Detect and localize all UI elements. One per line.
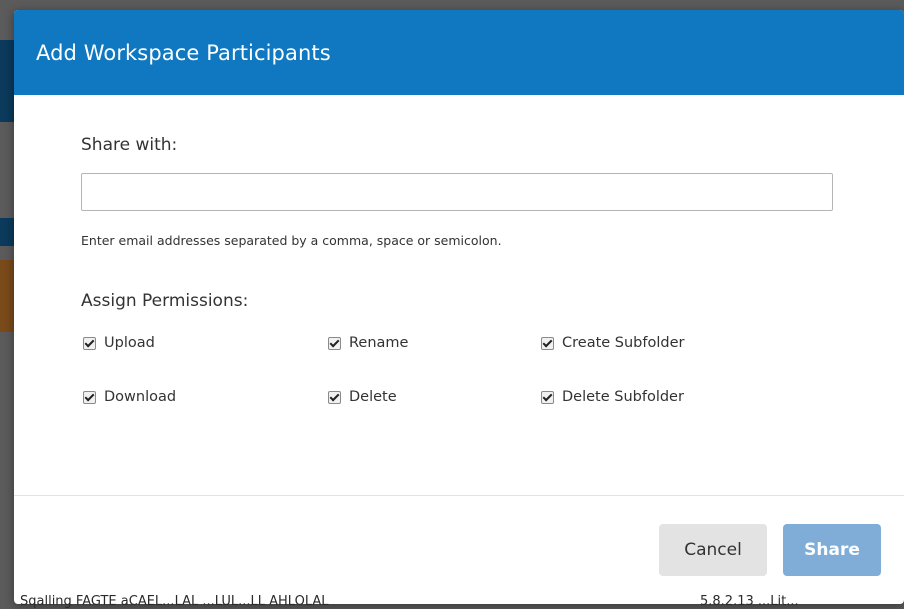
cancel-button[interactable]: Cancel <box>659 524 767 576</box>
permission-delete-subfolder[interactable]: Delete Subfolder <box>541 389 684 405</box>
checkbox-checked-icon[interactable] <box>541 390 554 404</box>
assign-permissions-label: Assign Permissions: <box>81 291 249 311</box>
background-footer-text: Sqalling FAGTE aCAEL...LAL ...LUL...LL A… <box>20 594 329 609</box>
background-strip <box>0 40 14 122</box>
checkbox-checked-icon[interactable] <box>83 336 96 350</box>
permission-upload[interactable]: Upload <box>83 335 155 351</box>
permission-delete[interactable]: Delete <box>328 389 397 405</box>
add-participants-dialog: Add Workspace Participants Share with: E… <box>14 10 904 604</box>
checkbox-checked-icon[interactable] <box>328 390 341 404</box>
checkbox-checked-icon[interactable] <box>328 336 341 350</box>
permission-label: Delete <box>349 389 397 405</box>
share-with-label: Share with: <box>81 135 178 155</box>
dialog-title: Add Workspace Participants <box>36 40 331 65</box>
dialog-header: Add Workspace Participants <box>14 10 904 95</box>
permission-rename[interactable]: Rename <box>328 335 408 351</box>
share-button[interactable]: Share <box>783 524 881 576</box>
checkbox-checked-icon[interactable] <box>541 336 554 350</box>
background-footer-right: 5.8.2.13 ...Lit... <box>700 594 799 609</box>
permission-label: Upload <box>104 335 155 351</box>
permission-label: Delete Subfolder <box>562 389 684 405</box>
share-with-hint: Enter email addresses separated by a com… <box>81 233 502 248</box>
background-strip <box>0 260 14 332</box>
checkbox-checked-icon[interactable] <box>83 390 96 404</box>
permission-label: Download <box>104 389 177 405</box>
permission-create-subfolder[interactable]: Create Subfolder <box>541 335 684 351</box>
permission-download[interactable]: Download <box>83 389 176 405</box>
permission-label: Rename <box>349 335 409 351</box>
share-with-input[interactable] <box>81 173 833 211</box>
background-strip <box>0 218 14 246</box>
permission-label: Create Subfolder <box>562 335 685 351</box>
dialog-body: Share with: Enter email addresses separa… <box>14 95 904 495</box>
footer-divider <box>14 495 904 496</box>
